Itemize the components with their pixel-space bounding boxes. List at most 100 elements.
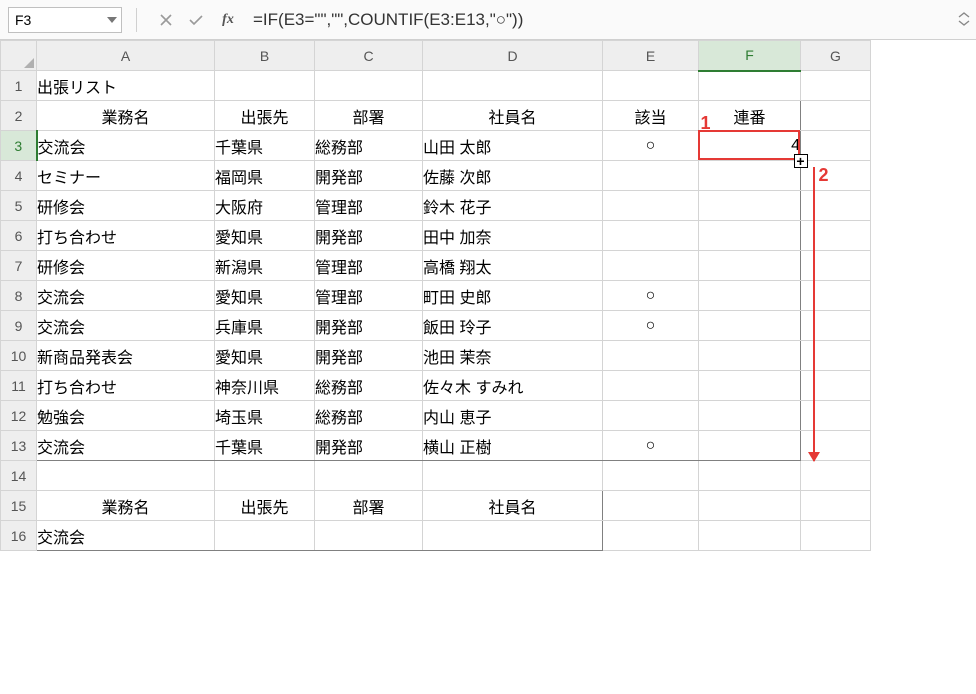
- cell-A10[interactable]: 新商品発表会: [37, 341, 215, 371]
- expand-formula-bar-icon[interactable]: [958, 12, 970, 29]
- cell-A16[interactable]: 交流会: [37, 521, 215, 551]
- column-header-C[interactable]: C: [315, 41, 423, 71]
- cell-E5[interactable]: [603, 191, 699, 221]
- cell-B14[interactable]: [215, 461, 315, 491]
- cell-C9[interactable]: 開発部: [315, 311, 423, 341]
- row-header-4[interactable]: 4: [1, 161, 37, 191]
- cell-G11[interactable]: [801, 371, 871, 401]
- column-header-A[interactable]: A: [37, 41, 215, 71]
- cell-C2[interactable]: 部署: [315, 101, 423, 131]
- cell-E11[interactable]: [603, 371, 699, 401]
- cell-D8[interactable]: 町田 史郎: [423, 281, 603, 311]
- cell-A5[interactable]: 研修会: [37, 191, 215, 221]
- cell-B15[interactable]: 出張先: [215, 491, 315, 521]
- cell-C15[interactable]: 部署: [315, 491, 423, 521]
- column-header-F[interactable]: F: [699, 41, 801, 71]
- cell-D15[interactable]: 社員名: [423, 491, 603, 521]
- cell-C16[interactable]: [315, 521, 423, 551]
- cell-E13[interactable]: ○: [603, 431, 699, 461]
- row-header-6[interactable]: 6: [1, 221, 37, 251]
- cell-E16[interactable]: [603, 521, 699, 551]
- fx-icon[interactable]: fx: [217, 9, 239, 31]
- name-box-dropdown[interactable]: [103, 8, 121, 32]
- cell-A4[interactable]: セミナー: [37, 161, 215, 191]
- row-header-13[interactable]: 13: [1, 431, 37, 461]
- cell-F11[interactable]: [699, 371, 801, 401]
- cell-F14[interactable]: [699, 461, 801, 491]
- cell-D14[interactable]: [423, 461, 603, 491]
- select-all-corner[interactable]: [1, 41, 37, 71]
- cell-G14[interactable]: [801, 461, 871, 491]
- cancel-icon[interactable]: [155, 9, 177, 31]
- row-header-11[interactable]: 11: [1, 371, 37, 401]
- cell-C12[interactable]: 総務部: [315, 401, 423, 431]
- cell-B10[interactable]: 愛知県: [215, 341, 315, 371]
- cell-E12[interactable]: [603, 401, 699, 431]
- cell-G8[interactable]: [801, 281, 871, 311]
- cell-A11[interactable]: 打ち合わせ: [37, 371, 215, 401]
- row-header-12[interactable]: 12: [1, 401, 37, 431]
- cell-E2[interactable]: 該当: [603, 101, 699, 131]
- enter-icon[interactable]: [185, 9, 207, 31]
- cell-B2[interactable]: 出張先: [215, 101, 315, 131]
- cell-F2[interactable]: 連番: [699, 101, 801, 131]
- row-header-15[interactable]: 15: [1, 491, 37, 521]
- cell-F10[interactable]: [699, 341, 801, 371]
- cell-G10[interactable]: [801, 341, 871, 371]
- row-header-14[interactable]: 14: [1, 461, 37, 491]
- cell-E6[interactable]: [603, 221, 699, 251]
- cell-A7[interactable]: 研修会: [37, 251, 215, 281]
- cell-D4[interactable]: 佐藤 次郎: [423, 161, 603, 191]
- cell-F1[interactable]: [699, 71, 801, 101]
- cell-F8[interactable]: [699, 281, 801, 311]
- cell-D9[interactable]: 飯田 玲子: [423, 311, 603, 341]
- formula-input[interactable]: =IF(E3="","",COUNTIF(E3:E13,"○")): [249, 8, 976, 32]
- cell-F5[interactable]: [699, 191, 801, 221]
- cell-C1[interactable]: [315, 71, 423, 101]
- row-header-1[interactable]: 1: [1, 71, 37, 101]
- cell-F16[interactable]: [699, 521, 801, 551]
- cell-E15[interactable]: [603, 491, 699, 521]
- row-header-2[interactable]: 2: [1, 101, 37, 131]
- cell-D11[interactable]: 佐々木 すみれ: [423, 371, 603, 401]
- cell-G12[interactable]: [801, 401, 871, 431]
- cell-F12[interactable]: [699, 401, 801, 431]
- cell-C6[interactable]: 開発部: [315, 221, 423, 251]
- cell-E4[interactable]: [603, 161, 699, 191]
- name-box[interactable]: [9, 10, 103, 30]
- cell-G6[interactable]: [801, 221, 871, 251]
- cell-B3[interactable]: 千葉県: [215, 131, 315, 161]
- cell-B12[interactable]: 埼玉県: [215, 401, 315, 431]
- cell-B8[interactable]: 愛知県: [215, 281, 315, 311]
- spreadsheet-grid[interactable]: ABCDEFG1出張リスト2業務名出張先部署社員名該当連番3交流会千葉県総務部山…: [0, 40, 871, 551]
- cell-A13[interactable]: 交流会: [37, 431, 215, 461]
- cell-A9[interactable]: 交流会: [37, 311, 215, 341]
- cell-D1[interactable]: [423, 71, 603, 101]
- cell-C14[interactable]: [315, 461, 423, 491]
- cell-B16[interactable]: [215, 521, 315, 551]
- cell-G5[interactable]: [801, 191, 871, 221]
- cell-G1[interactable]: [801, 71, 871, 101]
- cell-E8[interactable]: ○: [603, 281, 699, 311]
- cell-B5[interactable]: 大阪府: [215, 191, 315, 221]
- cell-E7[interactable]: [603, 251, 699, 281]
- cell-B7[interactable]: 新潟県: [215, 251, 315, 281]
- cell-G15[interactable]: [801, 491, 871, 521]
- cell-F7[interactable]: [699, 251, 801, 281]
- cell-C8[interactable]: 管理部: [315, 281, 423, 311]
- row-header-9[interactable]: 9: [1, 311, 37, 341]
- cell-D3[interactable]: 山田 太郎: [423, 131, 603, 161]
- row-header-8[interactable]: 8: [1, 281, 37, 311]
- cell-C13[interactable]: 開発部: [315, 431, 423, 461]
- cell-D2[interactable]: 社員名: [423, 101, 603, 131]
- cell-B11[interactable]: 神奈川県: [215, 371, 315, 401]
- cell-D10[interactable]: 池田 茉奈: [423, 341, 603, 371]
- cell-G9[interactable]: [801, 311, 871, 341]
- cell-F15[interactable]: [699, 491, 801, 521]
- cell-F13[interactable]: [699, 431, 801, 461]
- cell-C4[interactable]: 開発部: [315, 161, 423, 191]
- column-header-E[interactable]: E: [603, 41, 699, 71]
- column-header-D[interactable]: D: [423, 41, 603, 71]
- row-header-10[interactable]: 10: [1, 341, 37, 371]
- cell-F9[interactable]: [699, 311, 801, 341]
